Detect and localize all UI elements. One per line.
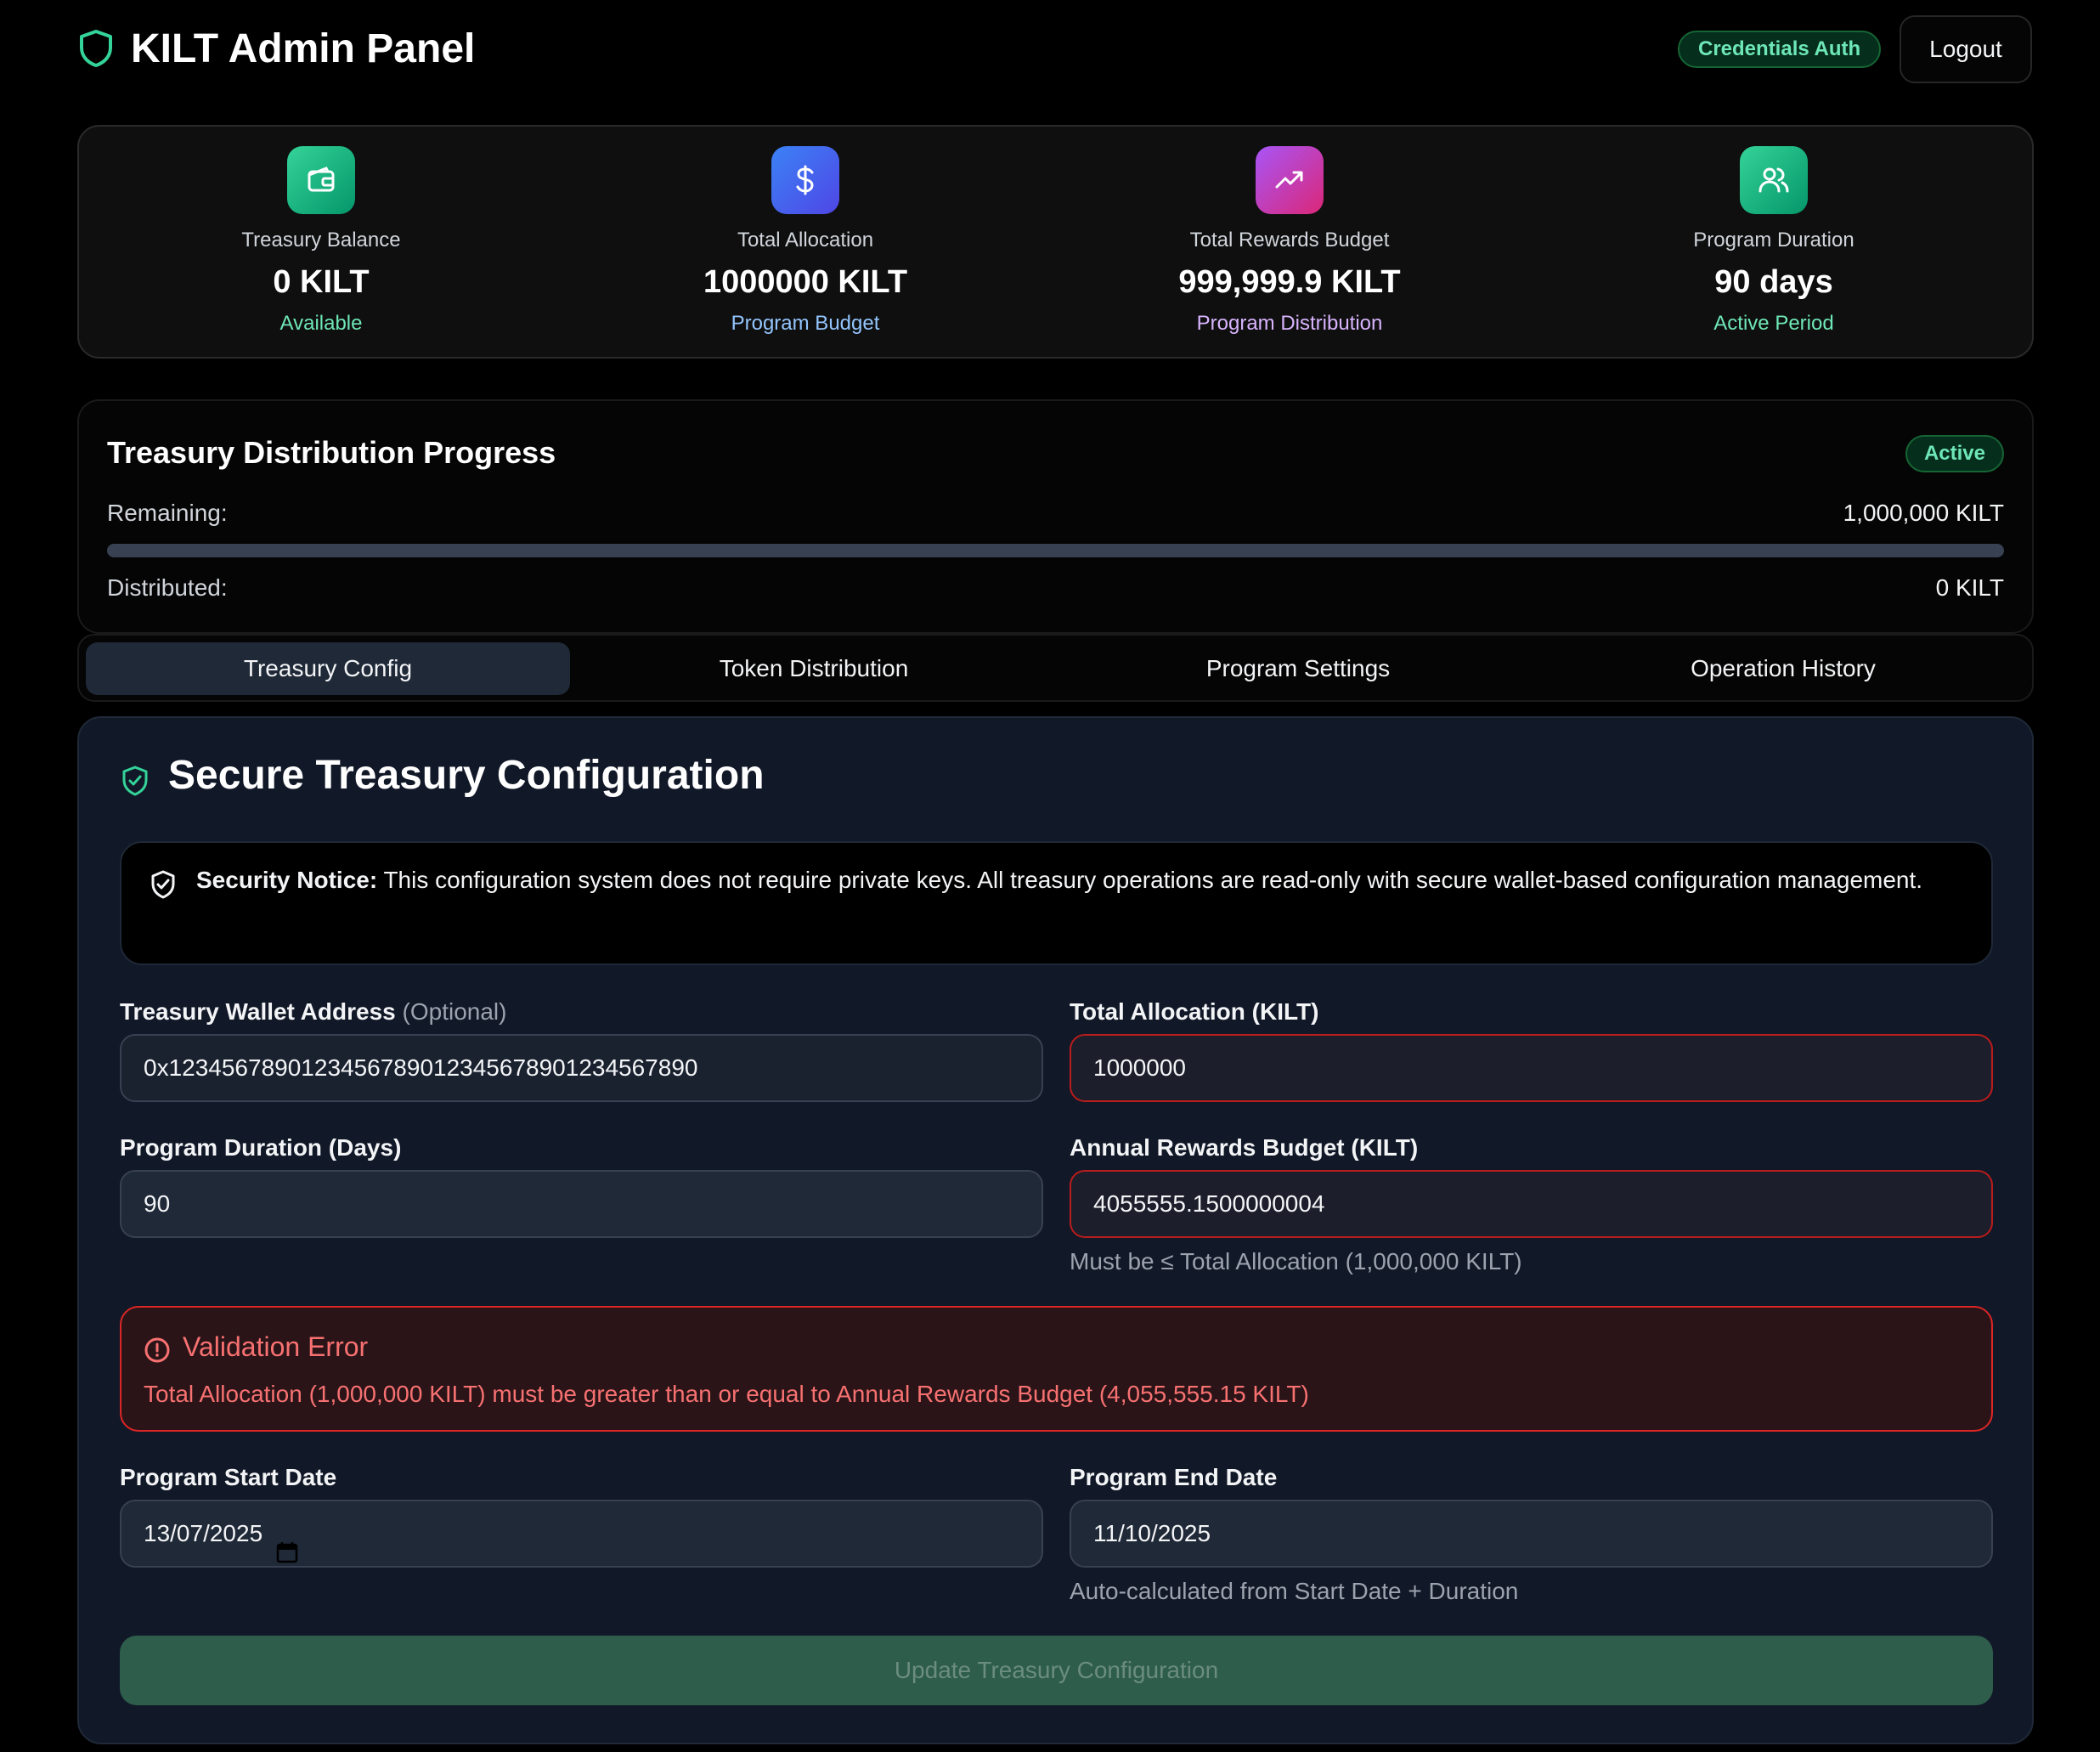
stat-treasury-balance: Treasury Balance 0 KILT Available [79, 127, 563, 360]
distributed-value: 0 KILT [1935, 574, 2004, 601]
total-allocation-label: Total Allocation (KILT) [1070, 998, 1319, 1025]
remaining-label: Remaining: [107, 500, 228, 526]
end-date-label: Program End Date [1070, 1464, 1278, 1490]
security-notice-text: Security Notice: This configuration syst… [196, 863, 1963, 897]
stat-label: Total Allocation [737, 229, 874, 251]
progress-bar [107, 544, 2004, 557]
annual-rewards-label: Annual Rewards Budget (KILT) [1070, 1134, 1419, 1161]
users-icon [1740, 146, 1808, 214]
start-date-input[interactable]: 13/07/2025 [120, 1500, 1043, 1568]
rewards-hint: Must be ≤ Total Allocation (1,000,000 KI… [1070, 1248, 1522, 1274]
stat-value: 999,999.9 KILT [1178, 264, 1401, 300]
trending-up-icon [1256, 146, 1324, 214]
stats-card: Treasury Balance 0 KILT Available Total … [77, 125, 2034, 359]
stat-program-duration: Program Duration 90 days Active Period [1532, 127, 2016, 360]
dollar-icon [771, 146, 839, 214]
calendar-icon[interactable] [276, 1540, 298, 1564]
optional-label: (Optional) [402, 998, 507, 1025]
progress-title: Treasury Distribution Progress [107, 435, 556, 470]
stat-value: 0 KILT [273, 264, 370, 300]
stat-sub: Program Distribution [1196, 312, 1383, 335]
tab-token-distribution[interactable]: Token Distribution [572, 642, 1056, 695]
stat-sub: Available [279, 312, 363, 335]
stat-value: 90 days [1714, 264, 1833, 300]
auth-status-badge: Credentials Auth [1678, 31, 1882, 68]
stat-label: Total Rewards Budget [1189, 229, 1390, 251]
stat-label: Program Duration [1693, 229, 1854, 251]
wallet-icon [287, 146, 355, 214]
start-date-value-wrap: 13/07/2025 [144, 1520, 298, 1563]
wallet-label-text: Treasury Wallet Address [120, 998, 396, 1025]
distribution-progress-card: Treasury Distribution Progress Active Re… [77, 399, 2034, 634]
security-notice: Security Notice: This configuration syst… [120, 841, 1993, 965]
shield-check-icon [121, 766, 149, 796]
stat-value: 1000000 KILT [703, 264, 908, 300]
error-message: Total Allocation (1,000,000 KILT) must b… [144, 1381, 1309, 1407]
tab-operation-history[interactable]: Operation History [1541, 642, 2025, 695]
status-badge: Active [1905, 435, 2004, 472]
program-duration-label: Program Duration (Days) [120, 1134, 402, 1161]
notice-bold: Security Notice: [196, 867, 378, 893]
remaining-value: 1,000,000 KILT [1843, 500, 2004, 526]
annual-rewards-input[interactable]: 4055555.1500000004 [1070, 1170, 1993, 1238]
end-date-hint: Auto-calculated from Start Date + Durati… [1070, 1578, 1519, 1604]
notice-body: This configuration system does not requi… [377, 867, 1923, 893]
validation-error-alert: Validation Error Total Allocation (1,000… [120, 1306, 1993, 1432]
tab-program-settings[interactable]: Program Settings [1056, 642, 1540, 695]
shield-logo-icon [78, 29, 114, 68]
start-date-value: 13/07/2025 [144, 1520, 263, 1546]
page-title: KILT Admin Panel [131, 26, 476, 71]
treasury-config-card: Secure Treasury Configuration Security N… [77, 716, 2034, 1744]
program-duration-input[interactable]: 90 [120, 1170, 1043, 1238]
config-title: Secure Treasury Configuration [168, 753, 765, 798]
wallet-address-input[interactable]: 0x12345678901234567890123456789012345678… [120, 1034, 1043, 1102]
end-date-input: 11/10/2025 [1070, 1500, 1993, 1568]
logout-button[interactable]: Logout [1900, 15, 2032, 83]
tab-treasury-config[interactable]: Treasury Config [86, 642, 570, 695]
tab-bar: Treasury Config Token Distribution Progr… [77, 634, 2034, 702]
wallet-address-label: Treasury Wallet Address (Optional) [120, 998, 506, 1026]
stat-sub: Active Period [1713, 312, 1834, 335]
stat-total-allocation: Total Allocation 1000000 KILT Program Bu… [563, 127, 1047, 360]
shield-check-icon [150, 870, 176, 899]
update-treasury-button[interactable]: Update Treasury Configuration [120, 1636, 1993, 1705]
stat-sub: Program Budget [731, 312, 880, 335]
distributed-label: Distributed: [107, 574, 228, 601]
error-title: Validation Error [183, 1331, 369, 1362]
total-allocation-input[interactable]: 1000000 [1070, 1034, 1993, 1102]
start-date-label: Program Start Date [120, 1464, 337, 1490]
stat-label: Treasury Balance [241, 229, 401, 251]
alert-circle-icon [144, 1337, 171, 1364]
stat-total-rewards-budget: Total Rewards Budget 999,999.9 KILT Prog… [1047, 127, 1532, 360]
